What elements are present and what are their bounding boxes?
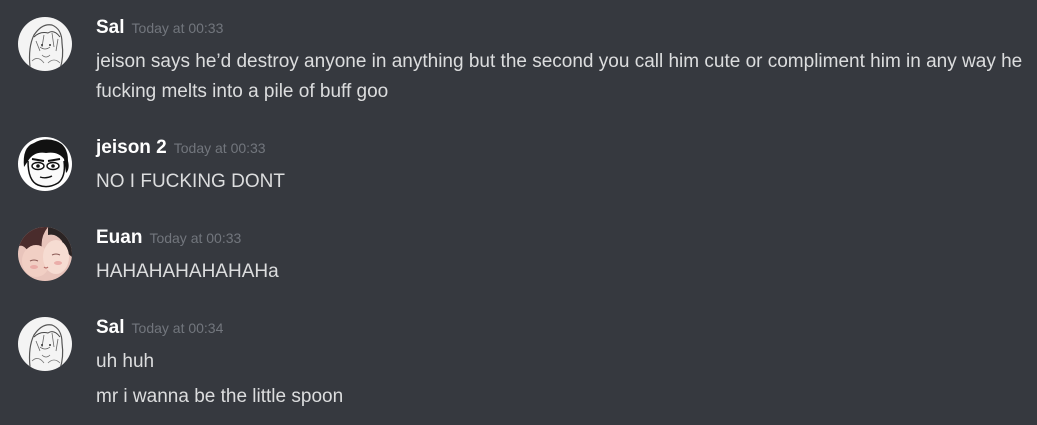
message-header: Sal Today at 00:34 [96, 317, 223, 343]
message-group: jeison 2 Today at 00:33 NO I FUCKING DONT [0, 137, 1037, 197]
timestamp: Today at 00:34 [131, 320, 224, 336]
message-text: mr i wanna be the little spoon [96, 386, 344, 407]
username[interactable]: Sal [96, 17, 125, 38]
message-text: NO I FUCKING DONT [96, 171, 285, 192]
timestamp: Today at 00:33 [173, 140, 266, 156]
message-group: Sal Today at 00:33 jeison says he’d destr… [0, 17, 1037, 107]
message-header: Sal Today at 00:33 [96, 17, 223, 43]
cartoon-face-avatar-icon [18, 137, 72, 191]
chat-messages: Sal Today at 00:33 jeison says he’d destr… [0, 0, 1037, 425]
message-group: Sal Today at 00:34 uh huh mr i wanna be t… [0, 317, 1037, 417]
sketch-portrait-avatar-icon [18, 317, 72, 371]
avatar[interactable] [18, 17, 72, 71]
username[interactable]: Sal [96, 317, 125, 338]
avatar[interactable] [18, 137, 72, 191]
message-text: jeison says he’d destroy anyone in anyth… [96, 51, 1023, 102]
timestamp: Today at 00:33 [149, 230, 242, 246]
message-header: jeison 2 Today at 00:33 [96, 137, 266, 163]
message-text: HAHAHAHAHAHAHa [96, 261, 279, 282]
avatar[interactable] [18, 227, 72, 281]
message-group: Euan Today at 00:33 HAHAHAHAHAHAHa [0, 227, 1037, 287]
avatar[interactable] [18, 317, 72, 371]
username[interactable]: jeison 2 [96, 137, 167, 158]
username[interactable]: Euan [96, 227, 142, 248]
sketch-portrait-avatar-icon [18, 17, 72, 71]
timestamp: Today at 00:33 [131, 20, 224, 36]
message-header: Euan Today at 00:33 [96, 227, 241, 253]
message-text: uh huh [96, 351, 155, 372]
illustrated-couple-avatar-icon [18, 227, 72, 281]
